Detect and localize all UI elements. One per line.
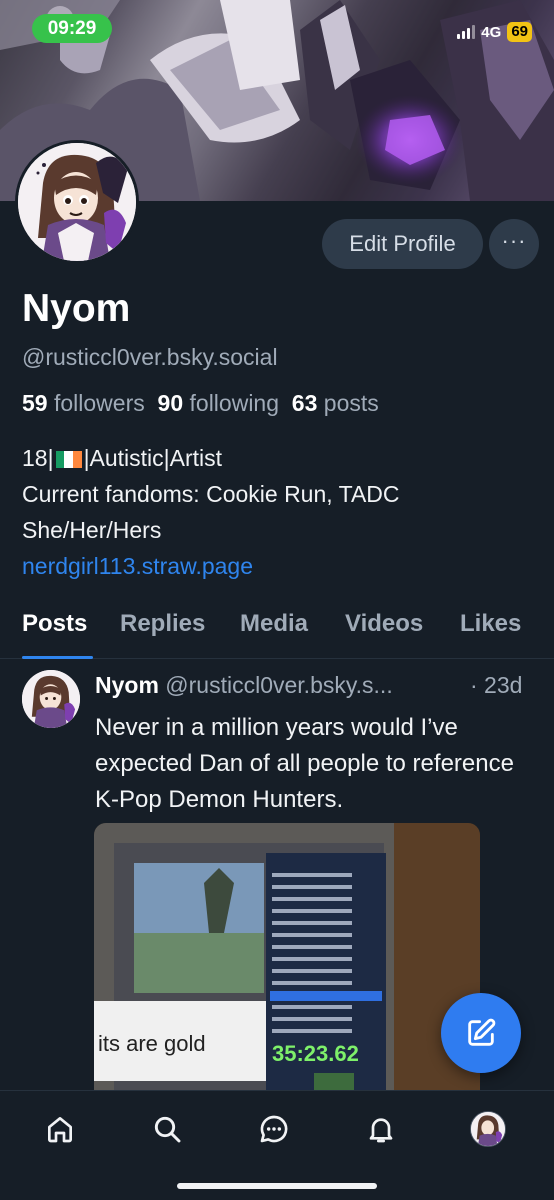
bell-icon[interactable] (361, 1109, 401, 1149)
flag-stripe (55, 451, 65, 468)
compose-post-button[interactable] (441, 993, 521, 1073)
followers-count: 59 (22, 390, 48, 416)
edit-profile-button[interactable]: Edit Profile (322, 219, 483, 269)
post-author-avatar[interactable] (22, 670, 80, 728)
profile-stats: 59 followers 90 following 63 posts (22, 390, 379, 417)
ireland-flag-icon (55, 442, 82, 468)
posts-label: posts (323, 390, 379, 416)
following-count: 90 (157, 390, 184, 416)
followers-link[interactable]: 59 followers (22, 390, 145, 416)
battery-indicator: 69 (507, 22, 532, 42)
posts-stat: 63 posts (292, 390, 379, 416)
profile-bio: 18| |Autistic|Artist Current fandoms: Coo… (22, 440, 400, 584)
profile-nav-avatar (470, 1111, 506, 1147)
post-author-handle[interactable]: @rusticcl0ver.bsky.s... (165, 672, 392, 698)
status-indicators: 4G 69 (457, 20, 532, 44)
flag-stripe (64, 451, 73, 468)
more-options-button[interactable]: ··· (489, 219, 539, 269)
tab-videos[interactable]: Videos (345, 610, 423, 638)
profile-tabs: Posts Replies Media Videos Likes (0, 606, 554, 659)
home-indicator[interactable] (177, 1183, 377, 1189)
tab-likes[interactable]: Likes (460, 610, 521, 638)
profile-avatar[interactable] (15, 140, 139, 264)
signal-icon (457, 25, 476, 39)
following-label: following (189, 390, 280, 416)
status-time: 09:29 (32, 14, 112, 43)
active-tab-indicator (22, 656, 93, 659)
bio-line-2: Current fandoms: Cookie Run, TADC (22, 481, 400, 507)
search-icon[interactable] (147, 1109, 187, 1149)
post-text: Never in a million years would I’ve expe… (95, 714, 514, 813)
post-media-thumbnail[interactable]: its are gold 35:23.62 (94, 823, 480, 1103)
media-caption: its are gold (98, 1031, 206, 1056)
bio-link[interactable]: nerdgirl113.straw.page (22, 548, 400, 584)
followers-label: followers (53, 390, 145, 416)
profile-name: Nyom (22, 287, 131, 330)
post-author-name[interactable]: Nyom (95, 672, 159, 698)
post-timestamp[interactable]: · 23d (470, 672, 522, 699)
tab-media[interactable]: Media (240, 610, 308, 638)
avatar-illustration (18, 143, 136, 261)
chat-icon[interactable] (254, 1109, 294, 1149)
media-timer: 35:23.62 (272, 1041, 359, 1066)
post-header: Nyom @rusticcl0ver.bsky.s... (95, 672, 393, 699)
home-icon[interactable] (40, 1109, 80, 1149)
bio-line-1: 18| |Autistic|Artist (22, 440, 400, 476)
profile-handle: @rusticcl0ver.bsky.social (22, 344, 278, 370)
network-label: 4G (481, 23, 502, 41)
tab-replies[interactable]: Replies (120, 610, 205, 638)
posts-count: 63 (291, 390, 318, 416)
profile-nav-button[interactable] (468, 1109, 508, 1149)
flag-stripe (72, 451, 82, 468)
compose-icon (468, 1018, 496, 1046)
following-link[interactable]: 90 following (158, 390, 279, 416)
profile-page: 09:29 4G 69 Edit Profile ··· Nyom @rusti… (0, 0, 554, 1200)
tab-posts[interactable]: Posts (22, 610, 87, 638)
bio-line-3: She/Her/Hers (22, 517, 162, 543)
